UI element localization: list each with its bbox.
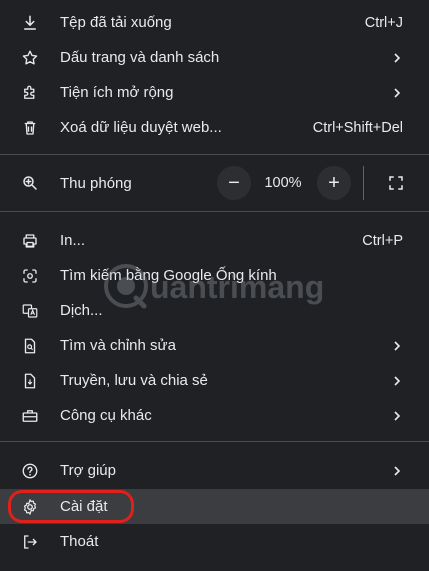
menu-item-label: Dịch... (60, 302, 103, 319)
menu-item-label: Tìm kiếm bằng Google Ống kính (60, 267, 277, 284)
help-icon (20, 461, 40, 481)
menu-item-zoom: Thu phóng − 100% + (0, 163, 429, 203)
menu-item-more-tools[interactable]: Công cụ khác (0, 398, 429, 433)
menu-item-print[interactable]: In... Ctrl+P (0, 223, 429, 258)
menu-item-label: Xoá dữ liệu duyệt web... (60, 119, 222, 136)
menu-item-google-lens[interactable]: Tìm kiếm bằng Google Ống kính (0, 258, 429, 293)
menu-item-label: Tìm và chỉnh sửa (60, 337, 176, 354)
chevron-right-icon (391, 340, 403, 352)
exit-icon (20, 532, 40, 552)
menu-item-label: Trợ giúp (60, 462, 116, 479)
menu-item-cast-save-share[interactable]: Truyền, lưu và chia sẻ (0, 363, 429, 398)
download-icon (20, 13, 40, 33)
find-edit-icon (20, 336, 40, 356)
translate-icon (20, 301, 40, 321)
chevron-right-icon (391, 375, 403, 387)
chevron-right-icon (391, 87, 403, 99)
menu-item-label: Thoát (60, 533, 99, 550)
highlight-annotation (8, 490, 134, 523)
divider (0, 211, 429, 212)
menu-item-bookmarks[interactable]: Dấu trang và danh sách (0, 40, 429, 75)
menu-item-extensions[interactable]: Tiện ích mở rộng (0, 75, 429, 110)
printer-icon (20, 231, 40, 251)
menu-item-find-edit[interactable]: Tìm và chỉnh sửa (0, 328, 429, 363)
chevron-right-icon (391, 465, 403, 477)
menu-item-label: Tệp đã tải xuống (60, 14, 172, 31)
chevron-right-icon (391, 410, 403, 422)
toolbox-icon (20, 406, 40, 426)
menu-item-label: Truyền, lưu và chia sẻ (60, 372, 208, 389)
google-lens-icon (20, 266, 40, 286)
menu-item-exit[interactable]: Thoát (0, 524, 429, 559)
fullscreen-icon (389, 176, 403, 190)
divider (0, 154, 429, 155)
zoom-icon (20, 173, 40, 193)
menu-item-label: Dấu trang và danh sách (60, 49, 220, 66)
chrome-menu: Tệp đã tải xuống Ctrl+J Dấu trang và dan… (0, 0, 429, 571)
extension-icon (20, 83, 40, 103)
shortcut-label: Ctrl+Shift+Del (312, 119, 403, 136)
star-icon (20, 48, 40, 68)
divider (0, 441, 429, 442)
zoom-out-button[interactable]: − (217, 166, 251, 200)
menu-item-clear-data[interactable]: Xoá dữ liệu duyệt web... Ctrl+Shift+Del (0, 110, 429, 145)
menu-item-translate[interactable]: Dịch... (0, 293, 429, 328)
menu-item-label: Tiện ích mở rộng (60, 84, 174, 101)
shortcut-label: Ctrl+P (362, 232, 403, 249)
zoom-label: Thu phóng (60, 174, 132, 192)
shortcut-label: Ctrl+J (364, 14, 403, 31)
chevron-right-icon (391, 52, 403, 64)
menu-item-label: Công cụ khác (60, 407, 152, 424)
zoom-value: 100% (264, 175, 302, 191)
vertical-divider (363, 166, 364, 200)
menu-item-downloads[interactable]: Tệp đã tải xuống Ctrl+J (0, 5, 429, 40)
menu-item-help[interactable]: Trợ giúp (0, 453, 429, 488)
zoom-in-button[interactable]: + (317, 166, 351, 200)
save-share-icon (20, 371, 40, 391)
menu-item-label: In... (60, 232, 86, 249)
trash-icon (20, 118, 40, 138)
fullscreen-button[interactable] (381, 168, 411, 198)
